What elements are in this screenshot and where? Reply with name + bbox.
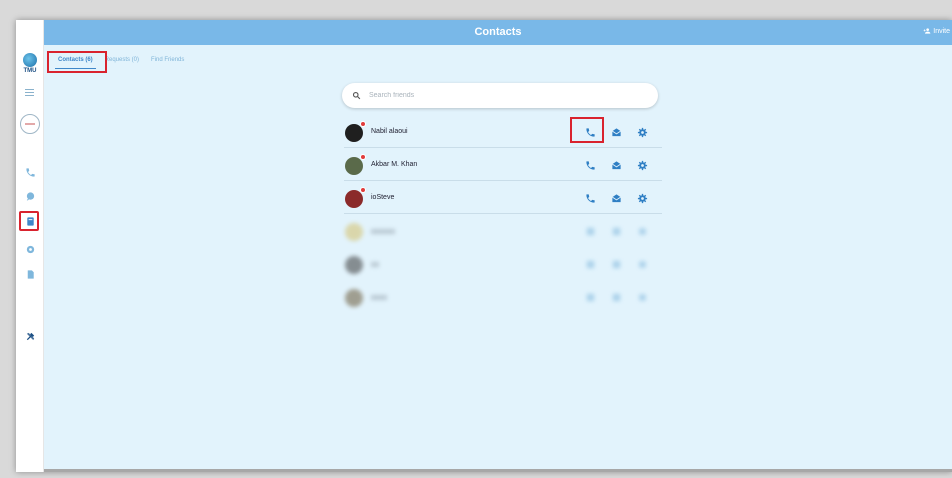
search-bar[interactable] — [342, 83, 658, 108]
search-icon — [352, 91, 361, 100]
call-button-highlight — [570, 117, 604, 143]
message-icon[interactable] — [610, 126, 622, 138]
invite-button[interactable]: Invite — [923, 27, 950, 35]
contact-actions — [584, 225, 648, 237]
contact-row[interactable]: ioSteve — [344, 181, 662, 214]
avatar[interactable] — [345, 289, 363, 307]
menu-icon[interactable] — [25, 89, 34, 96]
contact-name: Akbar M. Khan — [371, 161, 418, 168]
app-logo[interactable]: TMU — [20, 53, 40, 74]
invite-label: Invite — [933, 27, 950, 35]
tools-icon[interactable] — [24, 330, 36, 342]
gear-icon[interactable] — [636, 258, 648, 270]
contact-name-redacted — [371, 295, 387, 300]
gear-icon[interactable] — [636, 225, 648, 237]
contact-actions — [584, 291, 648, 303]
contact-row[interactable] — [344, 280, 662, 313]
contact-name: ioSteve — [371, 194, 395, 201]
avatar[interactable] — [345, 256, 363, 274]
phone-icon[interactable] — [584, 258, 596, 270]
organization-logo[interactable] — [20, 114, 40, 134]
contact-row[interactable] — [344, 247, 662, 280]
phone-icon[interactable] — [24, 166, 36, 178]
search-input[interactable] — [369, 92, 629, 99]
phone-icon[interactable] — [584, 225, 596, 237]
contact-actions — [584, 159, 648, 171]
contact-name-redacted — [371, 262, 379, 267]
page-title: Contacts — [474, 26, 522, 38]
contact-row[interactable]: Akbar M. Khan — [344, 148, 662, 181]
app-window: TMU Contacts Invite Contacts (6) Request… — [16, 20, 952, 472]
phone-icon[interactable] — [584, 192, 596, 204]
contact-actions — [584, 192, 648, 204]
avatar[interactable] — [345, 121, 366, 142]
selected-nav-highlight — [19, 211, 39, 231]
gear-icon[interactable] — [636, 159, 648, 171]
tab-highlight-box — [47, 51, 107, 73]
status-dot — [360, 121, 366, 127]
status-dot — [360, 154, 366, 160]
tab-find-friends[interactable]: Find Friends — [145, 53, 190, 67]
top-bar: Contacts Invite — [44, 20, 952, 45]
document-icon[interactable] — [24, 268, 36, 280]
chat-icon[interactable] — [24, 190, 36, 202]
avatar[interactable] — [345, 223, 363, 241]
contact-row[interactable] — [344, 214, 662, 247]
add-person-icon — [923, 28, 931, 34]
settings-icon[interactable] — [24, 243, 36, 255]
status-dot — [360, 187, 366, 193]
phone-icon[interactable] — [584, 159, 596, 171]
avatar[interactable] — [345, 154, 366, 175]
message-icon[interactable] — [610, 291, 622, 303]
bottom-border — [44, 469, 952, 472]
message-icon[interactable] — [610, 258, 622, 270]
gear-icon[interactable] — [636, 192, 648, 204]
contact-actions — [584, 258, 648, 270]
gear-icon[interactable] — [636, 126, 648, 138]
contact-row[interactable]: Nabil alaoui — [344, 115, 662, 148]
avatar[interactable] — [345, 187, 366, 208]
message-icon[interactable] — [610, 159, 622, 171]
globe-icon — [23, 53, 37, 67]
contact-list: Nabil alaoui Akbar M. Khan ioSteve — [344, 115, 662, 313]
gear-icon[interactable] — [636, 291, 648, 303]
message-icon[interactable] — [610, 225, 622, 237]
sidebar: TMU — [16, 20, 44, 472]
contact-name-redacted — [371, 229, 395, 234]
phone-icon[interactable] — [584, 291, 596, 303]
logo-text: TMU — [23, 68, 37, 74]
message-icon[interactable] — [610, 192, 622, 204]
contact-name: Nabil alaoui — [371, 128, 408, 135]
